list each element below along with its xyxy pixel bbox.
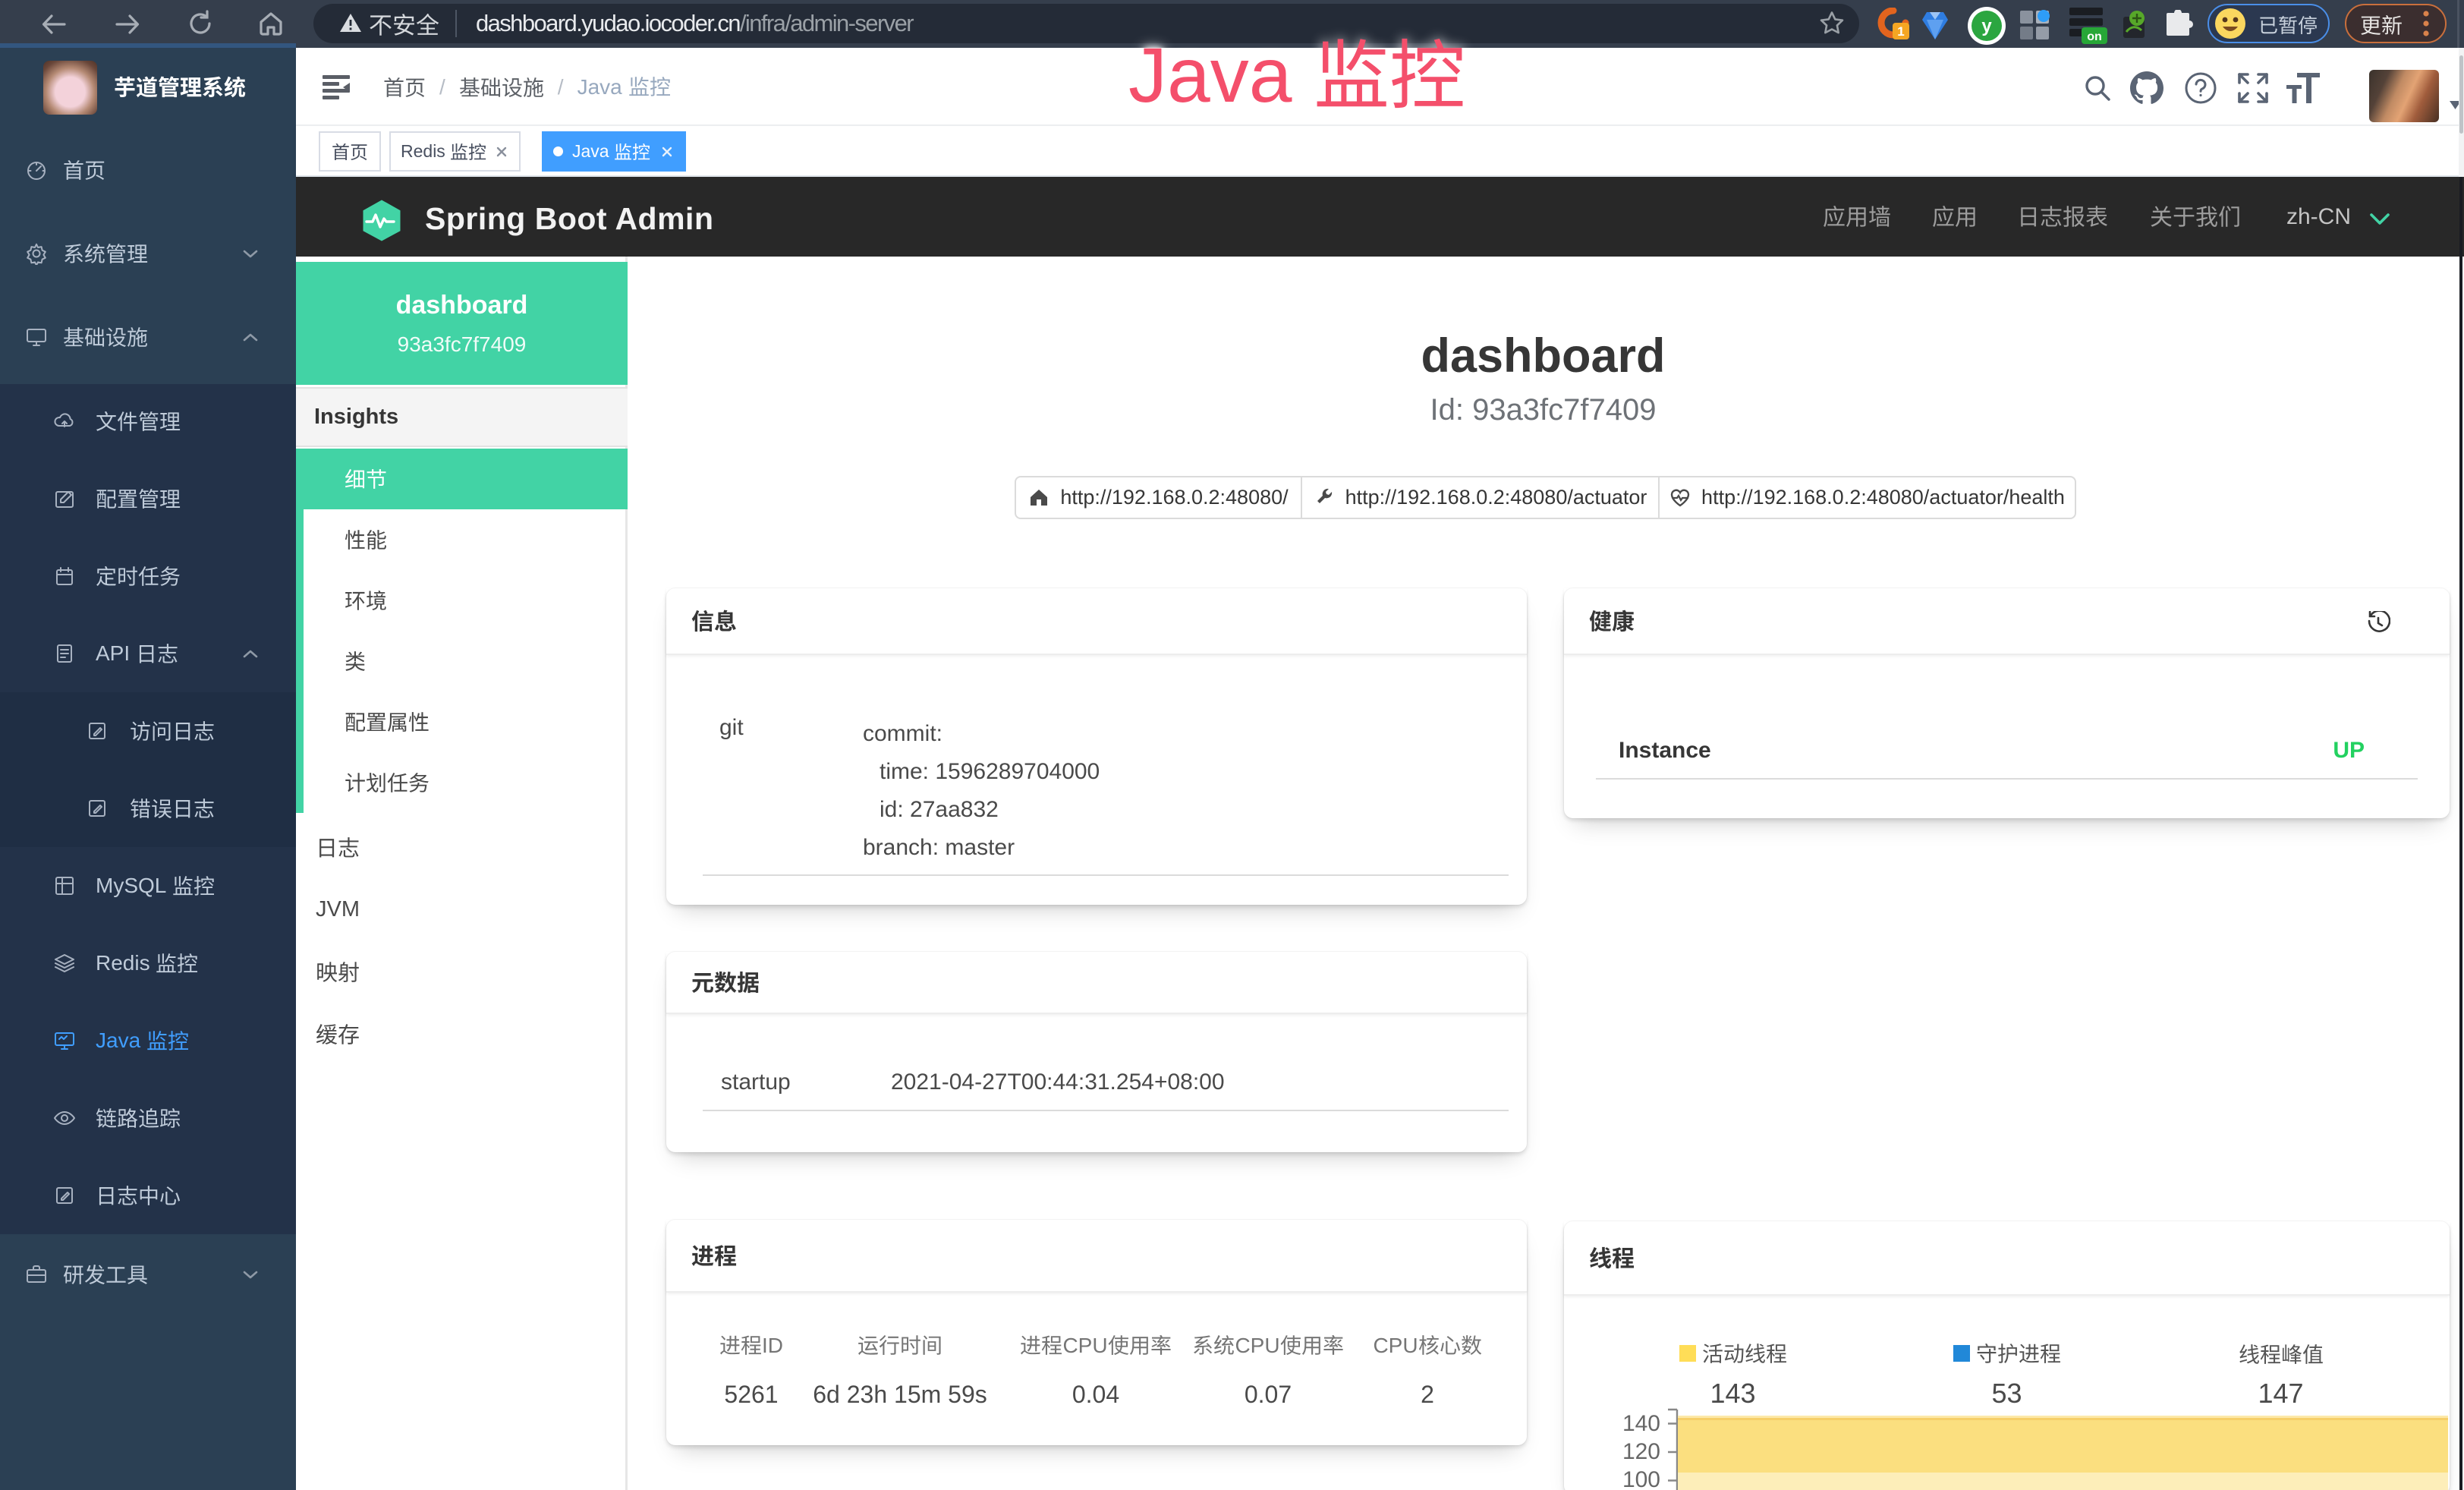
svg-text:on: on — [2087, 30, 2102, 43]
svg-text:y: y — [1981, 16, 1992, 36]
svg-text:1: 1 — [1897, 24, 1904, 39]
